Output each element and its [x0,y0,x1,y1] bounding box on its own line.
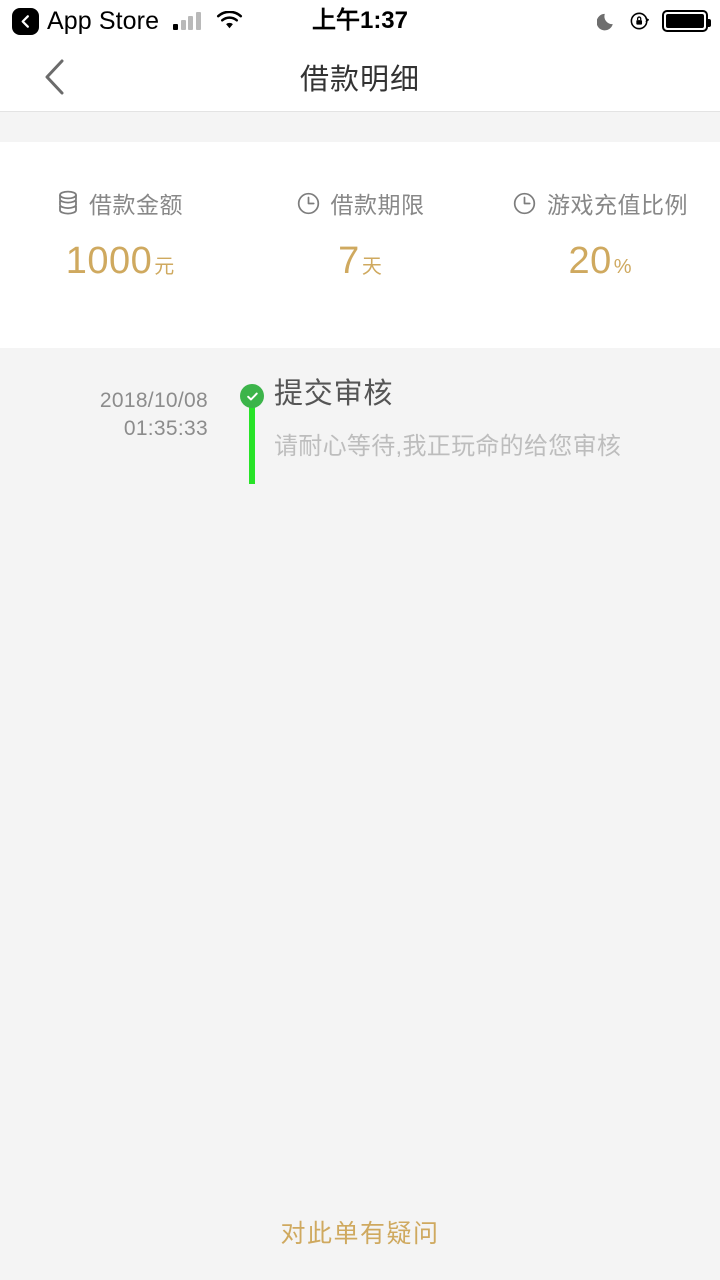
check-circle-icon [240,384,264,408]
question-about-order-link[interactable]: 对此单有疑问 [264,1206,455,1258]
summary-value-group: 1000 元 [66,242,175,280]
timeline-content: 提交审核 请耐心等待,我正玩命的给您审核 [274,376,720,459]
summary-item-game-recharge-ratio: 游戏充值比例 20 % [480,186,720,280]
summary-value-group: 20 % [568,242,631,280]
status-bar-app-label[interactable]: App Store [47,8,159,34]
timeline-rail [230,376,274,484]
status-bar-right [597,10,711,32]
summary-label: 借款金额 [89,192,183,218]
chevron-left-icon [21,14,29,28]
summary-item-loan-term: 借款期限 7 天 [240,186,480,280]
clock-icon [512,191,537,216]
timeline-connector-line [249,406,255,484]
status-bar: App Store 上午1:37 [0,0,720,42]
summary-value-group: 7 天 [338,242,382,280]
coin-stack-icon [57,190,79,217]
summary-unit: 元 [154,256,175,278]
phone-screen: App Store 上午1:37 借款明细 借款金额 1000 元 借款期限 7… [0,0,720,1280]
summary-unit: 天 [361,256,382,278]
summary-value: 1000 [65,240,153,282]
summary-unit: % [613,256,632,278]
summary-label: 借款期限 [330,192,425,218]
wifi-icon [216,11,243,31]
summary-label-row: 借款期限 [296,186,425,220]
moon-icon [597,13,613,31]
timeline-date: 2018/10/08 [99,389,208,412]
loan-summary-card: 借款金额 1000 元 借款期限 7 天 游戏充值比例 20 % [0,142,720,348]
summary-value: 20 [568,240,612,282]
timeline-description: 请耐心等待,我正玩命的给您审核 [274,433,622,460]
summary-value: 7 [338,240,360,282]
clock-icon [296,191,321,216]
loan-status-timeline: 2018/10/08 01:35:33 提交审核 请耐心等待,我正玩命的给您审核 [0,348,720,484]
timeline-time: 01:35:33 [123,417,208,441]
status-bar-clock: 上午1:37 [311,7,409,34]
summary-label-row: 游戏充值比例 [512,186,688,220]
timeline-title: 提交审核 [274,378,394,410]
battery-full-icon [662,10,711,32]
summary-item-loan-amount: 借款金额 1000 元 [0,186,240,280]
timeline-entry: 2018/10/08 01:35:33 提交审核 请耐心等待,我正玩命的给您审核 [0,376,720,484]
cellular-signal-icon [173,12,201,30]
nav-back-button[interactable] [0,42,110,111]
timeline-timestamp: 2018/10/08 01:35:33 [0,376,230,444]
chevron-left-icon [45,59,64,94]
summary-label-row: 借款金额 [57,186,183,220]
footer: 对此单有疑问 [0,1206,720,1258]
summary-label: 游戏充值比例 [547,192,688,218]
rotation-lock-icon [630,12,649,30]
navigation-bar: 借款明细 [0,42,720,111]
nav-separator [0,111,720,142]
status-bar-back-button[interactable] [12,7,39,35]
status-bar-left: App Store [12,7,243,35]
